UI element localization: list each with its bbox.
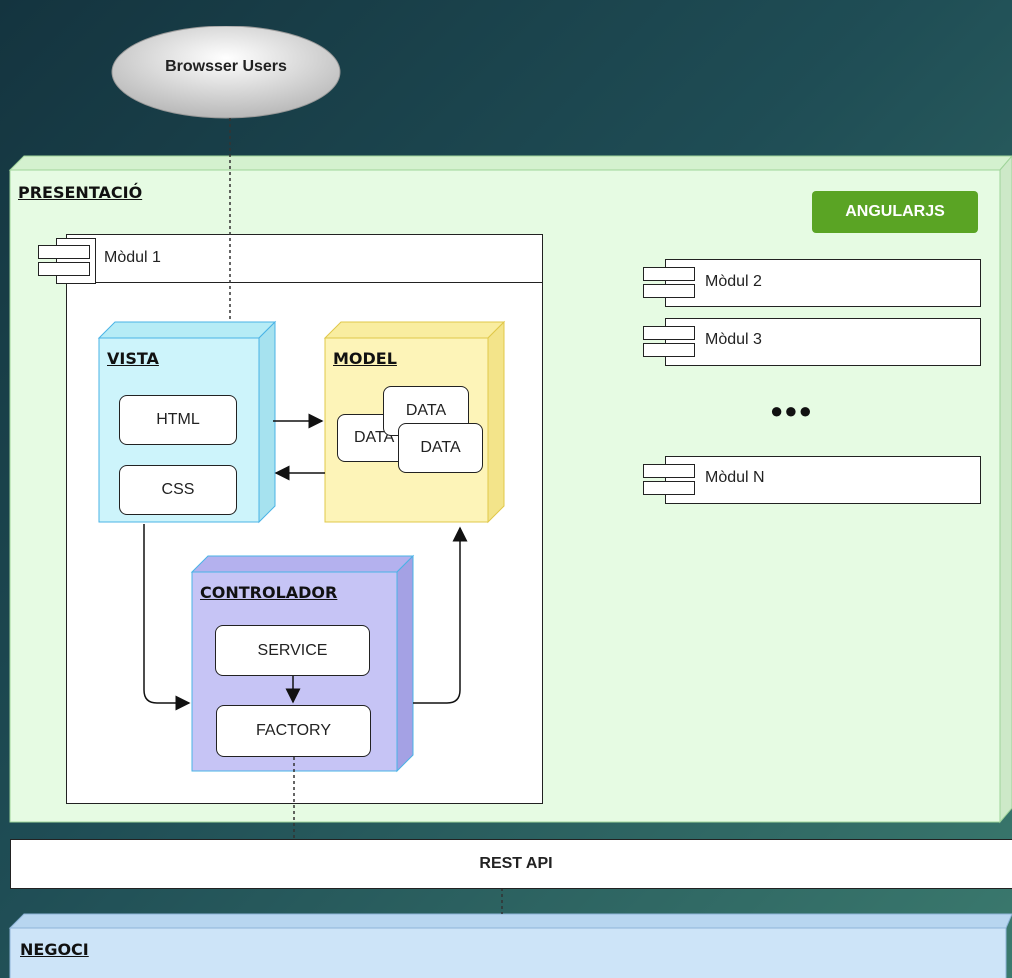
rest-api-layer: REST API bbox=[10, 839, 1012, 889]
data-node-front: DATA bbox=[398, 423, 483, 473]
negoci-title: NEGOCI bbox=[20, 940, 89, 959]
more-modules-ellipsis: ●●● bbox=[770, 398, 813, 423]
vista-title: VISTA bbox=[107, 349, 159, 368]
module-n: Mòdul N bbox=[643, 456, 981, 504]
module-3: Mòdul 3 bbox=[643, 318, 981, 366]
factory-node: FACTORY bbox=[216, 705, 371, 757]
model-title: MODEL bbox=[333, 349, 397, 368]
module-n-label: Mòdul N bbox=[705, 469, 765, 486]
service-node: SERVICE bbox=[215, 625, 370, 676]
module-3-label: Mòdul 3 bbox=[705, 331, 762, 348]
html-node: HTML bbox=[119, 395, 237, 445]
module-2-label: Mòdul 2 bbox=[705, 273, 762, 290]
css-node: CSS bbox=[119, 465, 237, 515]
module-2: Mòdul 2 bbox=[643, 259, 981, 307]
controlador-title: CONTROLADOR bbox=[200, 583, 338, 602]
